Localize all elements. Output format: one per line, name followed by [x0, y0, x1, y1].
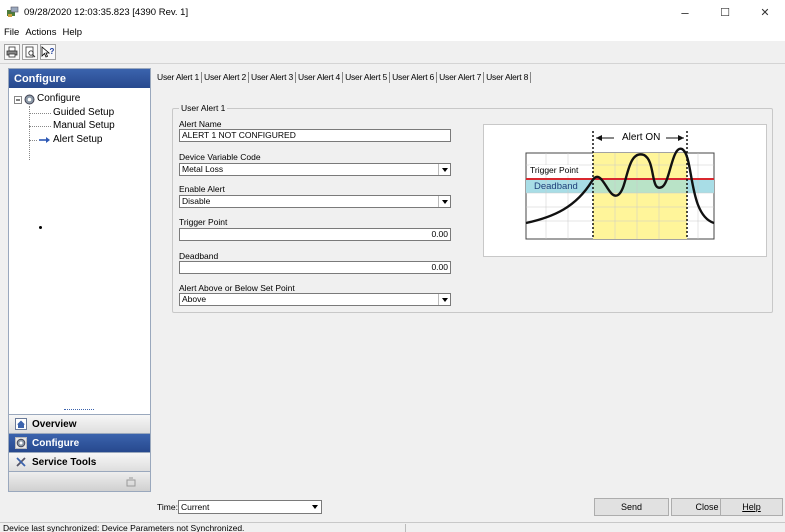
- app-icon: [7, 6, 19, 17]
- alert-above-below-value: Above: [182, 294, 207, 304]
- user-alert-group: User Alert 1 Alert Name ALERT 1 NOT CONF…: [172, 103, 773, 313]
- trigger-point-label: Trigger Point: [179, 217, 228, 227]
- status-bar: Device last synchronized: Device Paramet…: [0, 522, 785, 532]
- tree-item-manual-setup[interactable]: Manual Setup: [53, 120, 115, 131]
- nav-overview-label: Overview: [32, 418, 77, 430]
- alert-name-label: Alert Name: [179, 119, 222, 129]
- title-bar: 09/28/2020 12:03:35.823 [4390 Rev. 1] – …: [0, 0, 785, 24]
- alert-diagram: Alert ON Trigger Point Deadband: [483, 124, 767, 257]
- alert-on-zone: [593, 153, 687, 239]
- print-icon: [6, 46, 18, 58]
- menu-bar: File Actions Help: [0, 24, 785, 41]
- home-icon: [15, 418, 27, 430]
- nav-service-tools-label: Service Tools: [32, 456, 97, 468]
- tree-item-guided-setup[interactable]: Guided Setup: [53, 107, 114, 118]
- minimize-button[interactable]: –: [665, 0, 705, 24]
- svg-text:?: ?: [50, 47, 55, 56]
- print-preview-icon: [25, 46, 36, 58]
- dropdown-arrow-icon[interactable]: [438, 164, 450, 175]
- tab-user-alert-6[interactable]: User Alert 6: [390, 72, 438, 83]
- enable-alert-value: Disable: [182, 196, 211, 206]
- maximize-button[interactable]: ☐: [705, 0, 745, 24]
- print-preview-button[interactable]: [22, 44, 38, 60]
- toolbar: ?: [0, 41, 785, 64]
- time-select[interactable]: Current: [178, 500, 322, 514]
- menu-help[interactable]: Help: [62, 27, 82, 38]
- help-button[interactable]: Help: [720, 498, 783, 516]
- enable-alert-label: Enable Alert: [179, 184, 225, 194]
- menu-actions[interactable]: Actions: [25, 27, 56, 38]
- group-title: User Alert 1: [179, 103, 228, 113]
- deadband-diagram-label: Deadband: [534, 181, 578, 192]
- tab-user-alert-2[interactable]: User Alert 2: [202, 72, 250, 83]
- alert-diagram-graphic: [525, 131, 715, 240]
- tab-user-alert-4[interactable]: User Alert 4: [296, 72, 344, 83]
- alert-name-input[interactable]: ALERT 1 NOT CONFIGURED: [179, 129, 451, 142]
- tools-icon: [16, 457, 26, 467]
- bottom-bar: Time: Current Send Close Help: [152, 495, 785, 519]
- dropdown-arrow-icon[interactable]: [438, 294, 450, 305]
- alert-above-below-label: Alert Above or Below Set Point: [179, 283, 295, 293]
- options-icon[interactable]: [126, 477, 136, 487]
- alert-tabs: User Alert 1 User Alert 2 User Alert 3 U…: [155, 72, 532, 83]
- tab-user-alert-7[interactable]: User Alert 7: [437, 72, 485, 83]
- nav-configure-label: Configure: [32, 437, 80, 449]
- dropdown-arrow-icon[interactable]: [308, 501, 321, 513]
- collapse-icon[interactable]: [14, 96, 22, 104]
- arrow-right-icon: [39, 137, 50, 143]
- context-help-button[interactable]: ?: [40, 44, 56, 60]
- tree-item-configure[interactable]: Configure: [37, 93, 80, 104]
- configure-gear-icon: [15, 437, 27, 449]
- main-panel: User Alert 1 User Alert 2 User Alert 3 U…: [152, 68, 785, 492]
- nav-service-tools-button[interactable]: Service Tools: [9, 452, 150, 471]
- splitter-grip[interactable]: [64, 409, 94, 410]
- time-label: Time:: [157, 502, 178, 512]
- print-button[interactable]: [4, 44, 20, 60]
- tab-user-alert-1[interactable]: User Alert 1: [155, 72, 203, 83]
- tree-item-alert-setup[interactable]: Alert Setup: [53, 134, 102, 145]
- nav-footer: [9, 471, 150, 491]
- configure-tree: Configure Guided Setup Manual Setup Aler…: [9, 88, 150, 160]
- enable-alert-select[interactable]: Disable: [179, 195, 451, 208]
- stray-dot: [39, 226, 42, 229]
- status-pane: [405, 524, 773, 532]
- device-variable-code-label: Device Variable Code: [179, 152, 261, 162]
- navigation-panel: Configure Configure Guided Setup Manual …: [8, 68, 151, 492]
- deadband-label: Deadband: [179, 251, 219, 261]
- device-variable-code-select[interactable]: Metal Loss: [179, 163, 451, 176]
- nav-overview-button[interactable]: Overview: [9, 414, 150, 433]
- context-help-icon: ?: [41, 46, 55, 58]
- menu-file[interactable]: File: [4, 27, 19, 38]
- alert-on-label: Alert ON: [622, 132, 661, 143]
- panel-header: Configure: [9, 69, 150, 88]
- alert-above-below-select[interactable]: Above: [179, 293, 451, 306]
- deadband-input[interactable]: 0.00: [179, 261, 451, 274]
- sync-status-text: Device last synchronized: Device Paramet…: [3, 523, 245, 532]
- configure-gear-icon: [24, 94, 35, 105]
- window-title: 09/28/2020 12:03:35.823 [4390 Rev. 1]: [24, 6, 189, 18]
- nav-configure-button[interactable]: Configure: [9, 433, 150, 452]
- dropdown-arrow-icon[interactable]: [438, 196, 450, 207]
- time-value: Current: [181, 502, 210, 512]
- device-variable-code-value: Metal Loss: [182, 164, 224, 174]
- tab-user-alert-8[interactable]: User Alert 8: [484, 72, 532, 83]
- close-window-button[interactable]: ✕: [745, 0, 785, 24]
- send-button[interactable]: Send: [594, 498, 669, 516]
- trigger-point-diagram-label: Trigger Point: [529, 165, 580, 175]
- tab-user-alert-5[interactable]: User Alert 5: [343, 72, 391, 83]
- tab-user-alert-3[interactable]: User Alert 3: [249, 72, 297, 83]
- trigger-point-input[interactable]: 0.00: [179, 228, 451, 241]
